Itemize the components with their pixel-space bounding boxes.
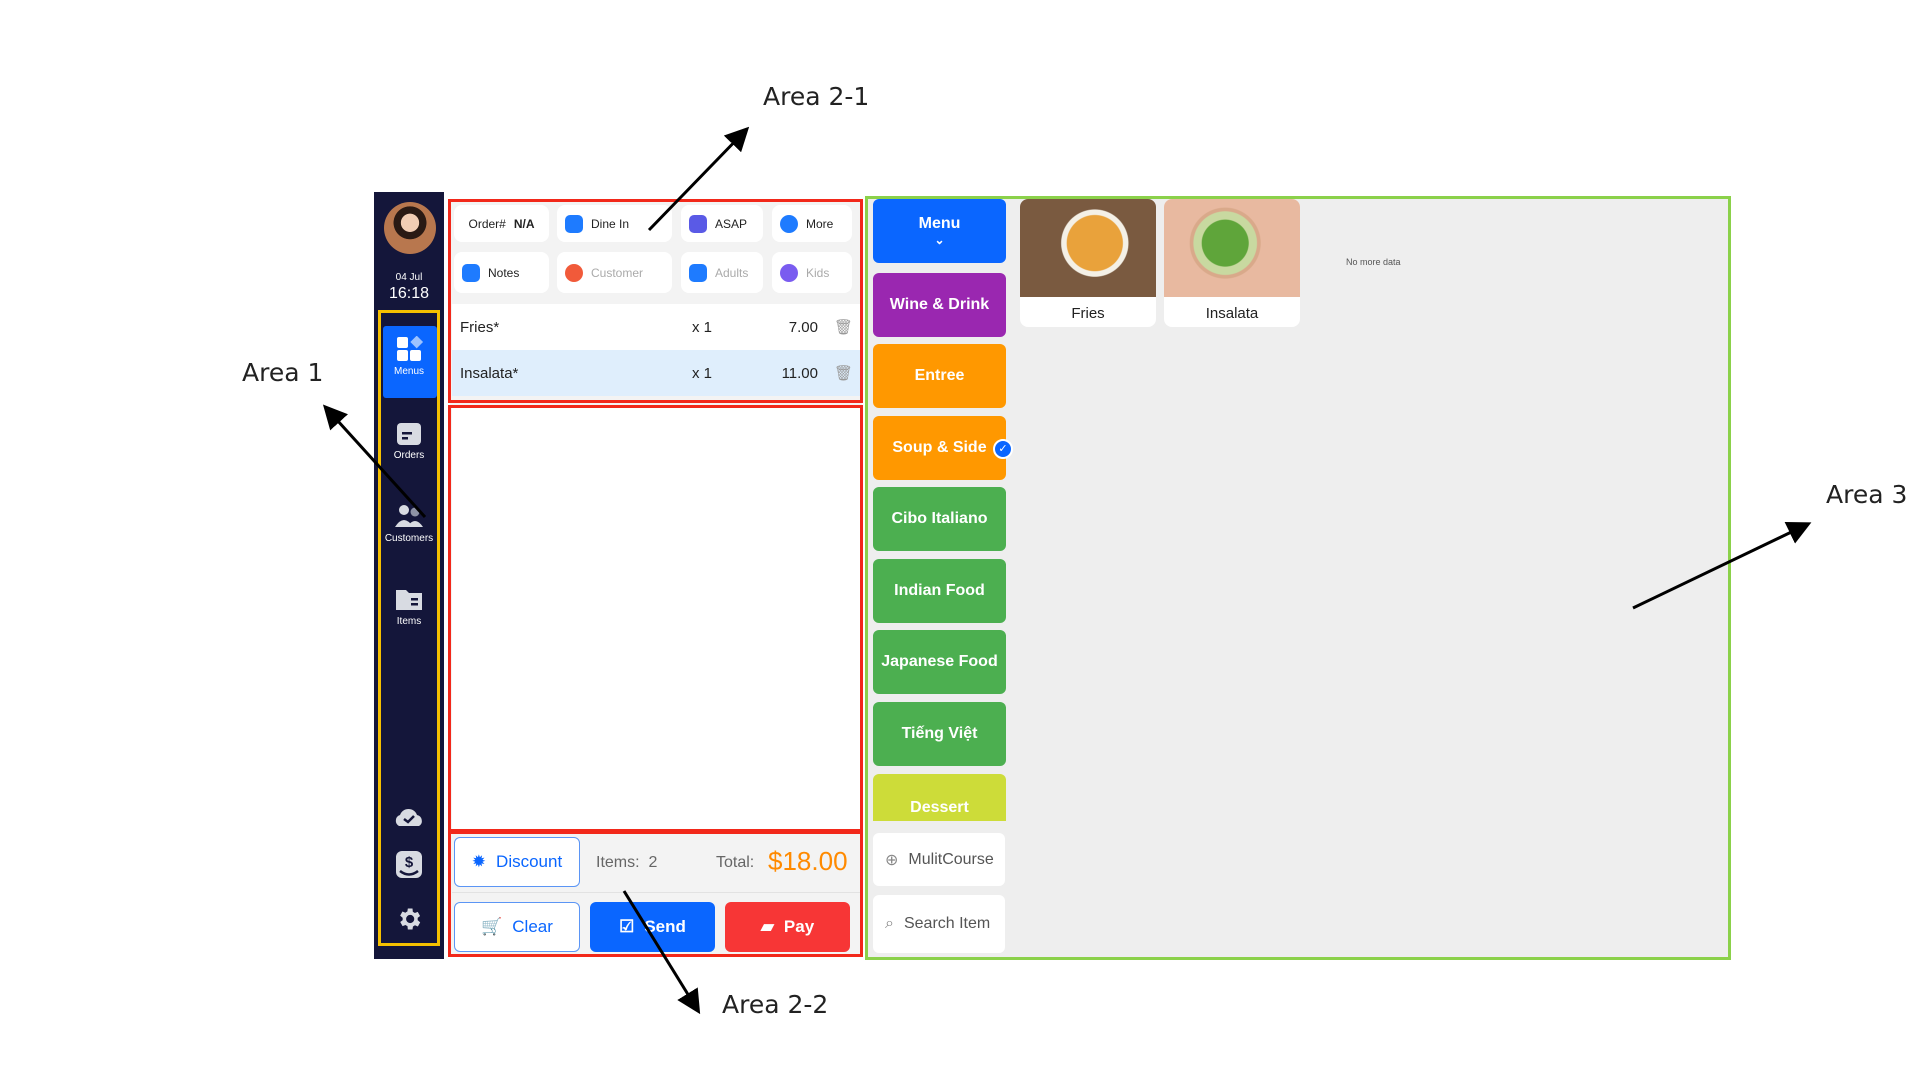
arrow-area-1 <box>322 404 427 519</box>
arrow-area-3 <box>1632 521 1812 610</box>
arrow-area-2-2 <box>622 890 701 1015</box>
annotation-arrows <box>322 126 1812 1015</box>
arrow-area-2-1 <box>647 126 750 232</box>
